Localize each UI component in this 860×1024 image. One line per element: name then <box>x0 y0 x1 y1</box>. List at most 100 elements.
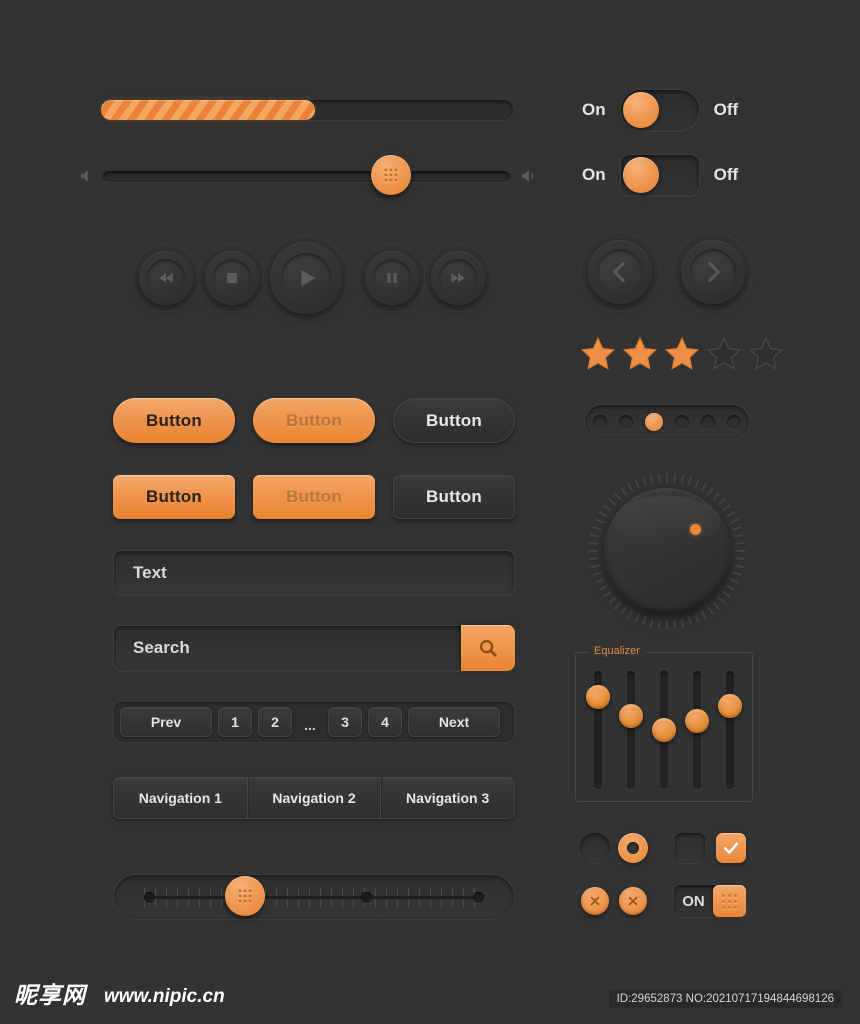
equalizer-band-track <box>627 671 635 789</box>
search-input[interactable]: Search <box>113 625 515 671</box>
grip-dots-icon <box>384 168 398 182</box>
chevron-left-icon <box>596 248 644 296</box>
id-tag: ID:29652873 NO:20210717194844698126 <box>608 990 842 1008</box>
on-switch-label: ON <box>682 892 705 910</box>
on-switch[interactable]: ON <box>673 884 747 918</box>
toggle-off-label: Off <box>713 100 739 119</box>
equalizer-band-5[interactable] <box>718 671 742 789</box>
star-icon-filled[interactable] <box>580 336 616 372</box>
pagination-page-2[interactable]: 2 <box>258 707 292 737</box>
close-x-icon <box>590 896 600 906</box>
equalizer-band-knob[interactable] <box>685 708 709 733</box>
pagination-page-3[interactable]: 3 <box>328 707 362 737</box>
text-input-value: Text <box>133 562 167 582</box>
rotary-volume-knob[interactable] <box>588 472 746 630</box>
arrow-prev-button[interactable] <box>588 240 652 304</box>
equalizer-band-3[interactable] <box>652 671 676 789</box>
checkbox-checked[interactable] <box>716 833 746 863</box>
dot-indicator[interactable] <box>701 415 715 429</box>
play-icon <box>280 252 332 304</box>
stop-icon <box>213 259 251 297</box>
star-rating[interactable] <box>580 336 784 372</box>
volume-slider-knob[interactable] <box>371 155 411 195</box>
forward-button[interactable] <box>431 251 485 305</box>
toggle-track-pill[interactable] <box>619 89 700 131</box>
equalizer-band-2[interactable] <box>619 671 643 789</box>
nav-item-2[interactable]: Navigation 2 <box>246 778 381 818</box>
equalizer-band-4[interactable] <box>685 671 709 789</box>
nav-item-1[interactable]: Navigation 1 <box>114 778 247 818</box>
dot-indicator[interactable] <box>727 415 741 429</box>
rewind-button[interactable] <box>139 251 193 305</box>
speaker-mute-icon <box>78 167 96 185</box>
watermark-url: www.nipic.cn <box>104 986 225 1007</box>
pagination-page-4[interactable]: 4 <box>368 707 402 737</box>
speaker-volume-icon <box>520 167 538 185</box>
volume-slider-track[interactable] <box>103 171 510 182</box>
button-orange-pill-dim[interactable]: Button <box>253 398 375 443</box>
media-controls <box>133 238 503 318</box>
rotary-knob-face[interactable] <box>604 488 730 614</box>
checkbox-unchecked[interactable] <box>675 833 705 863</box>
toggle-on-label: On <box>582 165 606 184</box>
star-icon-empty[interactable] <box>706 336 742 372</box>
ruler-slider-knob[interactable] <box>225 876 265 916</box>
equalizer-band-knob[interactable] <box>718 694 742 719</box>
toggle-switch-pill: On Off <box>582 89 738 131</box>
equalizer-band-track <box>726 671 734 789</box>
toggle-switch-rect: On Off <box>582 154 738 196</box>
search-button[interactable] <box>461 625 515 671</box>
toggle-off-label: Off <box>713 165 739 184</box>
pagination-next[interactable]: Next <box>408 707 500 737</box>
star-icon-empty[interactable] <box>748 336 784 372</box>
pagination-page-1[interactable]: 1 <box>218 707 252 737</box>
arrow-next-button[interactable] <box>681 240 745 304</box>
pause-button[interactable] <box>365 251 419 305</box>
dot-indicator[interactable] <box>593 415 607 429</box>
progress-bar <box>101 100 513 120</box>
pause-icon <box>373 259 411 297</box>
ruler-slider[interactable] <box>113 874 515 920</box>
star-icon-filled[interactable] <box>664 336 700 372</box>
toggle-knob[interactable] <box>622 157 659 193</box>
radio-unchecked[interactable] <box>580 833 610 863</box>
nav-item-3[interactable]: Navigation 3 <box>380 778 514 818</box>
stop-button[interactable] <box>205 251 259 305</box>
rewind-icon <box>147 259 185 297</box>
volume-slider[interactable] <box>78 160 538 192</box>
dot-indicator[interactable] <box>675 415 689 429</box>
ruler-slider-track <box>144 896 484 899</box>
close-button-2[interactable] <box>619 887 647 915</box>
equalizer-band-knob[interactable] <box>586 684 610 709</box>
play-button[interactable] <box>270 242 342 314</box>
button-orange-rect[interactable]: Button <box>113 475 235 519</box>
star-icon-filled[interactable] <box>622 336 658 372</box>
button-dark-pill[interactable]: Button <box>393 398 515 443</box>
equalizer-panel: Equalizer <box>575 645 753 802</box>
button-dark-rect[interactable]: Button <box>393 475 515 519</box>
text-input[interactable]: Text <box>113 550 515 595</box>
footer-watermark: 昵享网 www.nipic.cn ID:29652873 NO:20210717… <box>0 960 860 1024</box>
equalizer-sliders <box>576 671 752 789</box>
radio-checked[interactable] <box>618 833 648 863</box>
equalizer-band-knob[interactable] <box>652 718 676 742</box>
on-switch-handle[interactable] <box>713 885 746 917</box>
toggle-track-rect[interactable] <box>619 154 700 196</box>
search-input-value: Search <box>133 638 190 657</box>
pagination-prev[interactable]: Prev <box>120 707 212 737</box>
close-button-1[interactable] <box>581 887 609 915</box>
dot-indicator-active[interactable] <box>645 413 663 431</box>
dot-indicator[interactable] <box>619 415 633 429</box>
watermark-cn: 昵享网 <box>14 983 86 1009</box>
chevron-right-icon <box>689 248 737 296</box>
equalizer-band-knob[interactable] <box>619 703 643 728</box>
button-orange-rect-dim[interactable]: Button <box>253 475 375 519</box>
rotary-knob-indicator <box>690 524 701 535</box>
button-orange-pill[interactable]: Button <box>113 398 235 443</box>
grip-dots-icon <box>238 889 252 903</box>
forward-icon <box>439 259 477 297</box>
pagination: Prev 1 2 ... 3 4 Next <box>113 701 515 743</box>
toggle-knob[interactable] <box>622 92 659 128</box>
grip-dots-icon <box>722 893 737 909</box>
equalizer-band-1[interactable] <box>586 671 610 789</box>
